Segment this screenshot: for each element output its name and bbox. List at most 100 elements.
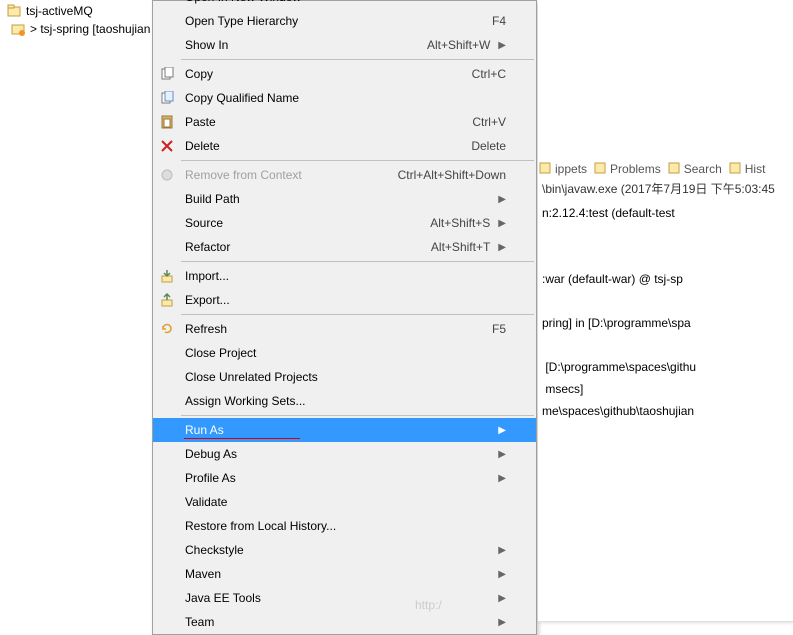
menu-label: Refactor xyxy=(185,240,431,254)
menu-item-profile-as[interactable]: Profile As▶ xyxy=(153,466,536,490)
menu-label: Close Project xyxy=(185,346,506,360)
tab-label: Hist xyxy=(745,162,766,176)
blank-icon xyxy=(159,37,175,53)
menu-label: Show In xyxy=(185,38,427,52)
menu-item-paste[interactable]: PasteCtrl+V xyxy=(153,110,536,134)
tab-ippets[interactable]: ippets xyxy=(538,161,587,178)
menu-label: Checkstyle xyxy=(185,543,490,557)
menu-label: Assign Working Sets... xyxy=(185,394,506,408)
menu-label: Validate xyxy=(185,495,506,509)
menu-label: Remove from Context xyxy=(185,168,398,182)
menu-item-source[interactable]: SourceAlt+Shift+S ▶ xyxy=(153,211,536,235)
menu-label: Source xyxy=(185,216,430,230)
paste-icon xyxy=(159,114,175,130)
tree-item-spring[interactable]: > tsj-spring [taoshujian xyxy=(0,20,155,38)
chevron-right-icon: ▶ xyxy=(498,218,506,229)
menu-shortcut: Ctrl+Alt+Shift+Down xyxy=(398,168,506,182)
underline-runas xyxy=(184,438,300,439)
menu-separator xyxy=(181,160,534,161)
menu-item-close-project[interactable]: Close Project xyxy=(153,341,536,365)
menu-item-team[interactable]: Team▶ xyxy=(153,610,536,634)
console-line xyxy=(542,294,789,316)
blank-icon xyxy=(159,566,175,582)
menu-item-build-path[interactable]: Build Path ▶ xyxy=(153,187,536,211)
remove-icon xyxy=(159,167,175,183)
tab-label: Search xyxy=(684,162,722,176)
menu-shortcut: Alt+Shift+S xyxy=(430,216,490,230)
menu-shortcut: Delete xyxy=(471,139,506,153)
menu-item-delete[interactable]: DeleteDelete xyxy=(153,134,536,158)
chevron-right-icon: ▶ xyxy=(498,545,506,556)
chevron-right-icon: ▶ xyxy=(498,449,506,460)
menu-item-java-ee-tools[interactable]: Java EE Tools▶ xyxy=(153,586,536,610)
menu-item-restore-from-local-history[interactable]: Restore from Local History... xyxy=(153,514,536,538)
chevron-right-icon: ▶ xyxy=(498,425,506,436)
menu-item-remove-from-context: Remove from ContextCtrl+Alt+Shift+Down xyxy=(153,163,536,187)
chevron-right-icon: ▶ xyxy=(498,617,506,628)
menu-item-open-type-hierarchy[interactable]: Open Type HierarchyF4 xyxy=(153,9,536,33)
menu-item-close-unrelated-projects[interactable]: Close Unrelated Projects xyxy=(153,365,536,389)
console-line: :war (default-war) @ tsj-sp xyxy=(542,272,789,294)
menu-label: Open In New Window xyxy=(185,0,506,4)
chevron-right-icon: ▶ xyxy=(498,473,506,484)
menu-label: Export... xyxy=(185,293,506,307)
console-line: me\spaces\github\taoshujian xyxy=(542,404,789,426)
menu-label: Copy xyxy=(185,67,472,81)
menu-shortcut: F4 xyxy=(492,14,506,28)
menu-item-import[interactable]: Import... xyxy=(153,264,536,288)
blank-icon xyxy=(159,422,175,438)
menu-item-checkstyle[interactable]: Checkstyle ▶ xyxy=(153,538,536,562)
blank-icon xyxy=(159,191,175,207)
console-line: pring] in [D:\programme\spa xyxy=(542,316,789,338)
console-line xyxy=(542,338,789,360)
search-icon xyxy=(667,161,681,178)
blank-icon xyxy=(159,0,175,5)
menu-item-maven[interactable]: Maven▶ xyxy=(153,562,536,586)
menu-item-export[interactable]: Export... xyxy=(153,288,536,312)
blank-icon xyxy=(159,614,175,630)
project-git-icon xyxy=(10,21,26,37)
menu-separator xyxy=(181,261,534,262)
delete-icon xyxy=(159,138,175,154)
tree-item-activemq[interactable]: tsj-activeMQ xyxy=(0,2,155,20)
tab-search[interactable]: Search xyxy=(667,161,722,178)
menu-item-debug-as[interactable]: Debug As ▶ xyxy=(153,442,536,466)
project-icon xyxy=(6,3,22,19)
menu-item-refresh[interactable]: RefreshF5 xyxy=(153,317,536,341)
menu-label: Import... xyxy=(185,269,506,283)
menu-label: Build Path xyxy=(185,192,490,206)
menu-item-validate[interactable]: Validate xyxy=(153,490,536,514)
menu-separator xyxy=(181,59,534,60)
menu-label: Restore from Local History... xyxy=(185,519,506,533)
chevron-right-icon: ▶ xyxy=(498,194,506,205)
right-panel: ippetsProblemsSearchHist \bin\javaw.exe … xyxy=(538,0,793,621)
tab-problems[interactable]: Problems xyxy=(593,161,661,178)
menu-label: Debug As xyxy=(185,447,490,461)
menu-separator xyxy=(181,314,534,315)
tab-hist[interactable]: Hist xyxy=(728,161,766,178)
menu-item-refactor[interactable]: RefactorAlt+Shift+T ▶ xyxy=(153,235,536,259)
menu-shortcut: Alt+Shift+T xyxy=(431,240,490,254)
console-line xyxy=(542,228,789,250)
chevron-right-icon: ▶ xyxy=(498,242,506,253)
menu-label: Run As xyxy=(185,423,490,437)
snippets-icon xyxy=(538,161,552,178)
menu-item-open-in-new-window[interactable]: Open In New Window xyxy=(153,0,536,9)
copy-qname-icon xyxy=(159,90,175,106)
tab-label: ippets xyxy=(555,162,587,176)
blank-icon xyxy=(159,518,175,534)
console-line: [D:\programme\spaces\githu xyxy=(542,360,789,382)
blank-icon xyxy=(159,590,175,606)
menu-separator xyxy=(181,415,534,416)
blank-icon xyxy=(159,542,175,558)
menu-label: Java EE Tools xyxy=(185,591,490,605)
tree-label: > tsj-spring [taoshujian xyxy=(30,22,150,36)
tab-label: Problems xyxy=(610,162,661,176)
menu-item-copy[interactable]: CopyCtrl+C xyxy=(153,62,536,86)
console-line: n:2.12.4:test (default-test xyxy=(542,206,789,228)
menu-item-copy-qualified-name[interactable]: Copy Qualified Name xyxy=(153,86,536,110)
menu-item-assign-working-sets[interactable]: Assign Working Sets... xyxy=(153,389,536,413)
menu-shortcut: Ctrl+V xyxy=(472,115,506,129)
blank-icon xyxy=(159,494,175,510)
menu-item-show-in[interactable]: Show InAlt+Shift+W▶ xyxy=(153,33,536,57)
